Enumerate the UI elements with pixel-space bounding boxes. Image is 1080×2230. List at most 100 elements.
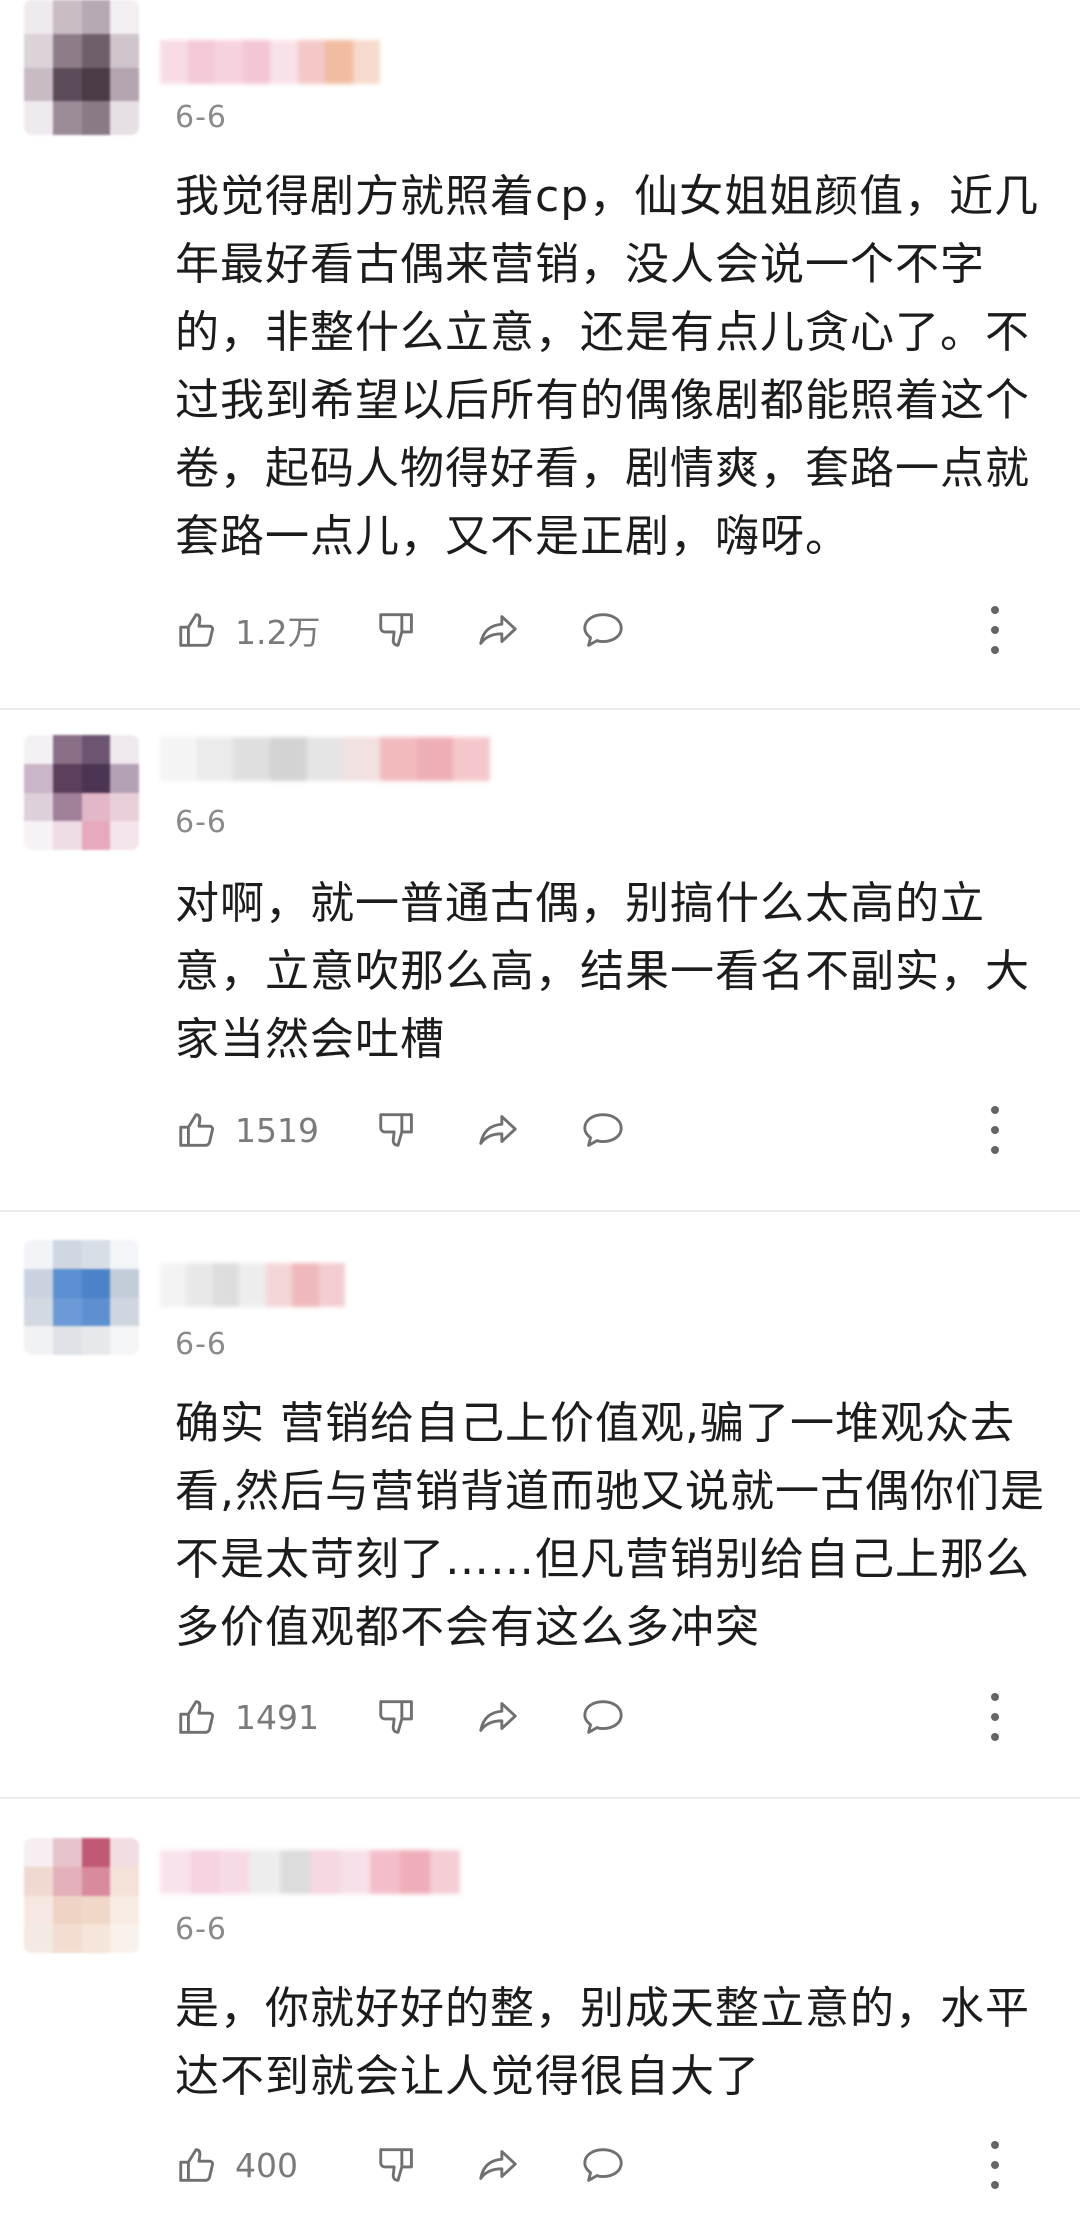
- mosaic-cell: [110, 735, 139, 764]
- share-button[interactable]: [475, 1100, 521, 1160]
- mosaic-cell: [24, 821, 53, 850]
- mosaic-cell: [81, 1838, 111, 1867]
- thumb-up-icon: [179, 1700, 215, 1734]
- mosaic-cell: [110, 1895, 139, 1925]
- mosaic-cell: [52, 1866, 82, 1896]
- mosaic-cell: [160, 1263, 187, 1307]
- mosaic-cell: [196, 737, 234, 781]
- mosaic-cell: [110, 67, 139, 102]
- mosaic-cell: [343, 737, 381, 781]
- mosaic-cell: [370, 1850, 400, 1894]
- dislike-button[interactable]: [375, 1100, 421, 1160]
- mosaic-cell: [325, 40, 353, 84]
- mosaic-cell: [81, 792, 111, 822]
- mosaic-cell: [250, 1850, 280, 1894]
- reply-button[interactable]: [580, 1100, 626, 1160]
- more-options-icon[interactable]: [985, 606, 1005, 654]
- mosaic-cell: [52, 763, 82, 793]
- like-button[interactable]: 400: [175, 2135, 298, 2195]
- mosaic-cell: [52, 0, 82, 34]
- reply-button[interactable]: [580, 600, 626, 660]
- divider: [0, 1210, 1080, 1212]
- reply-button[interactable]: [580, 1687, 626, 1747]
- mosaic-cell: [52, 735, 82, 764]
- mosaic-cell: [190, 1850, 220, 1894]
- mosaic-cell: [81, 1240, 111, 1269]
- mosaic-cell: [110, 0, 139, 34]
- share-button[interactable]: [475, 2135, 521, 2195]
- mosaic-cell: [270, 40, 298, 84]
- comment-item: 6-6 对啊，就一普通古偶，别搞什么太高的立 意，立意吹那么高，结果一看名不副实…: [0, 715, 1080, 1205]
- mosaic-cell: [52, 1924, 82, 1953]
- mosaic-cell: [318, 1263, 345, 1307]
- comment-actions: 1.2万: [175, 600, 1005, 660]
- dislike-button[interactable]: [375, 1687, 421, 1747]
- mosaic-cell: [110, 1326, 139, 1355]
- mosaic-cell: [81, 735, 111, 764]
- dislike-button[interactable]: [375, 600, 421, 660]
- dislike-button[interactable]: [375, 2135, 421, 2195]
- mosaic-cell: [416, 737, 454, 781]
- mosaic-cell: [186, 1263, 213, 1307]
- comment-actions: 1519: [175, 1100, 1005, 1160]
- like-button[interactable]: 1519: [175, 1100, 319, 1160]
- comment-actions: 1491: [175, 1687, 1005, 1747]
- mosaic-cell: [270, 737, 307, 781]
- more-options-icon[interactable]: [985, 1693, 1005, 1741]
- comment-bubble-icon: [583, 2148, 623, 2182]
- avatar[interactable]: [24, 0, 139, 135]
- username[interactable]: [160, 737, 491, 781]
- comment-bubble-icon: [583, 1700, 623, 1734]
- share-button[interactable]: [475, 600, 521, 660]
- share-button[interactable]: [475, 1687, 521, 1747]
- avatar[interactable]: [24, 1240, 139, 1355]
- mosaic-cell: [52, 821, 82, 850]
- mosaic-cell: [110, 101, 139, 135]
- mosaic-cell: [24, 1297, 53, 1327]
- mosaic-cell: [81, 1866, 111, 1896]
- mosaic-cell: [24, 735, 53, 764]
- mosaic-cell: [160, 1850, 190, 1894]
- comment-item: 6-6 我觉得剧方就照着cp，仙女姐姐颜值，近几 年最好看古偶来营销，没人会说一…: [0, 0, 1080, 700]
- mosaic-cell: [81, 1326, 111, 1355]
- comment-actions: 400: [175, 2135, 1005, 2195]
- mosaic-cell: [110, 1268, 139, 1298]
- mosaic-cell: [110, 1240, 139, 1269]
- mosaic-cell: [292, 1263, 319, 1307]
- reply-button[interactable]: [580, 2135, 626, 2195]
- mosaic-cell: [24, 1838, 53, 1867]
- mosaic-cell: [81, 1895, 111, 1925]
- more-options-icon[interactable]: [985, 2141, 1005, 2189]
- more-options-icon[interactable]: [985, 1106, 1005, 1154]
- comment-bubble-icon: [583, 613, 623, 647]
- like-count: 1519: [235, 1110, 319, 1150]
- mosaic-cell: [24, 1326, 53, 1355]
- mosaic-cell: [81, 821, 111, 850]
- username[interactable]: [160, 1850, 460, 1894]
- username[interactable]: [160, 1263, 345, 1307]
- mosaic-cell: [306, 737, 344, 781]
- mosaic-cell: [52, 33, 82, 68]
- avatar[interactable]: [24, 1838, 139, 1953]
- mosaic-cell: [24, 1866, 53, 1896]
- mosaic-cell: [81, 67, 111, 102]
- mosaic-cell: [81, 0, 111, 34]
- mosaic-cell: [352, 40, 380, 84]
- mosaic-cell: [24, 33, 53, 68]
- like-button[interactable]: 1491: [175, 1687, 319, 1747]
- mosaic-cell: [340, 1850, 370, 1894]
- comment-date: 6-6: [175, 805, 227, 840]
- divider: [0, 1797, 1080, 1799]
- mosaic-cell: [52, 1895, 82, 1925]
- username[interactable]: [160, 40, 380, 84]
- mosaic-cell: [297, 40, 325, 84]
- avatar[interactable]: [24, 735, 139, 850]
- like-count: 400: [235, 2145, 298, 2185]
- mosaic-cell: [380, 737, 417, 781]
- mosaic-cell: [239, 1263, 266, 1307]
- like-button[interactable]: 1.2万: [175, 600, 320, 660]
- mosaic-cell: [81, 101, 111, 135]
- avatar-mosaic: [24, 0, 139, 135]
- like-count: 1.2万: [235, 613, 321, 652]
- avatar-mosaic: [24, 1240, 139, 1355]
